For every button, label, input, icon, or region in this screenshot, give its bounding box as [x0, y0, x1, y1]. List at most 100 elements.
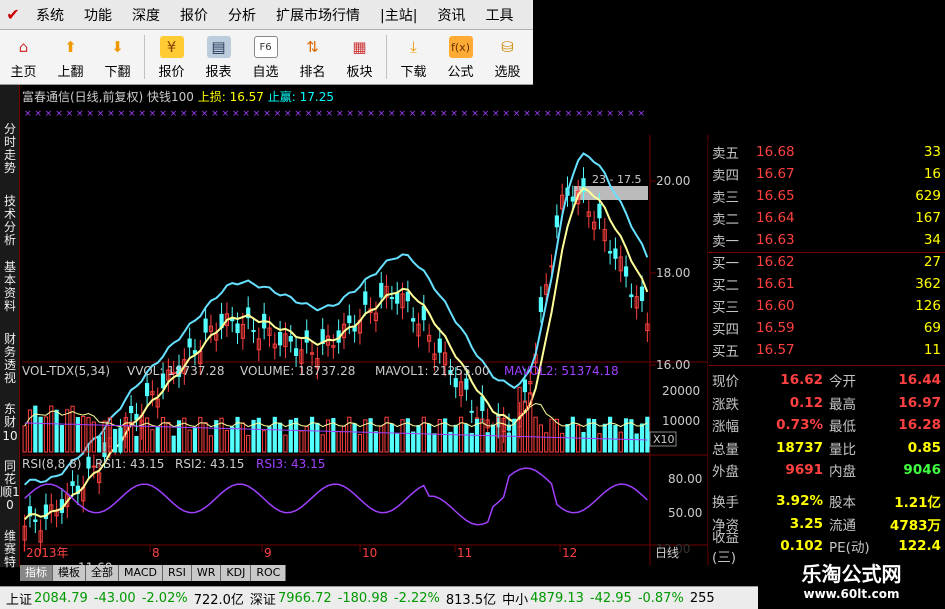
order-volume: 27 [923, 254, 941, 270]
marker-x: × [170, 109, 178, 119]
volume-bar [203, 422, 208, 453]
marker-x: × [419, 109, 427, 119]
marker-x: × [450, 109, 458, 119]
order-volume: 33 [923, 144, 941, 160]
order-level-label: 买一 [712, 256, 739, 272]
volume-bar [187, 429, 192, 453]
order-volume: 629 [915, 188, 941, 204]
tab-wr[interactable]: WR [191, 565, 222, 581]
volume-bar [283, 434, 288, 453]
order-book-divider [708, 252, 945, 253]
stat-value: 122.4 [898, 538, 941, 555]
vol-volume: VOLUME: 18737.28 [240, 364, 355, 378]
marker-x: × [398, 109, 406, 119]
marker-x: × [149, 109, 157, 119]
tab-roc[interactable]: ROC [251, 565, 287, 581]
volume-bar [389, 423, 394, 453]
sz-label[interactable]: 深证 [250, 589, 276, 608]
stat-label: 量比 [829, 441, 856, 458]
stat-value: 16.97 [898, 394, 941, 411]
stat-label: 换手 [712, 495, 739, 511]
candle-body [597, 203, 602, 219]
marker-x: × [34, 109, 42, 119]
marker-x: × [201, 109, 209, 119]
volume-bar [416, 425, 421, 453]
order-level-label: 卖二 [712, 212, 739, 228]
tab-all[interactable]: 全部 [86, 565, 119, 581]
volume-bar [315, 422, 320, 453]
marker-x: × [55, 109, 63, 119]
candle-body [405, 291, 410, 302]
vol-axis-label: 20000 [662, 384, 700, 398]
tab-template[interactable]: 模板 [53, 565, 86, 581]
candle-body [469, 410, 474, 413]
stat-label: 现价 [712, 374, 739, 390]
ma-upper-line [24, 152, 649, 486]
tab-macd[interactable]: MACD [119, 565, 163, 581]
stat-value: 0.73% [776, 417, 823, 434]
candle-body [33, 519, 38, 523]
vol-mult-label: X10 [653, 433, 675, 446]
volume-bar [581, 431, 586, 453]
marker-x: × [180, 109, 188, 119]
order-book-row: 买一 16.62 27 [708, 251, 945, 273]
marker-x: × [378, 109, 386, 119]
marker-x: × [638, 109, 646, 119]
stat-row: 涨幅 0.73% 最低 16.28 [708, 414, 945, 436]
marker-x: × [492, 109, 500, 119]
candle-body [607, 251, 613, 254]
volume-bar [464, 423, 469, 453]
volume-bar [544, 432, 549, 453]
tab-indicator[interactable]: 指标 [20, 565, 53, 581]
marker-x: × [253, 109, 261, 119]
volume-bar [538, 424, 543, 453]
sh-amount: 722.0亿 [193, 592, 244, 608]
order-book-row: 卖四 16.67 16 [708, 163, 945, 185]
volume-bar [453, 424, 458, 453]
candle-body [235, 323, 240, 334]
sz-amount: 813.5亿 [445, 592, 497, 608]
marker-x: × [409, 109, 417, 119]
tab-kdj[interactable]: KDJ [221, 565, 252, 581]
volume-bar [634, 433, 639, 453]
date-axis-label: 8 [152, 546, 160, 560]
volume-bar [299, 430, 304, 453]
volume-bar [262, 430, 267, 453]
mavol2-line [24, 422, 648, 441]
order-price: 16.60 [756, 298, 795, 314]
volume-bar [240, 422, 245, 453]
volume-bar [155, 427, 160, 453]
candle-body [453, 378, 458, 388]
marker-x: × [284, 109, 292, 119]
date-axis-label: 9 [264, 546, 272, 560]
zx-label[interactable]: 中小 [502, 589, 528, 608]
marker-x: × [86, 109, 94, 119]
brand-watermark: 乐淘公式网 www.60lt.com [758, 554, 945, 609]
order-book-row: 买四 16.59 69 [708, 317, 945, 339]
candle-body [304, 330, 309, 343]
marker-x: × [159, 109, 167, 119]
volume-bar [38, 416, 43, 453]
sh-label[interactable]: 上证 [6, 589, 32, 608]
sh-pct: -2.02% [141, 590, 188, 606]
candle-body [70, 481, 75, 487]
marker-x: × [523, 109, 531, 119]
stat-label: 最高 [829, 396, 856, 413]
marker-x: × [534, 109, 542, 119]
volume-bar [357, 433, 363, 453]
marker-x: × [471, 109, 479, 119]
candle-body [554, 215, 559, 228]
marker-x: × [274, 109, 282, 119]
stat-row: 总量 18737 量比 0.85 [708, 437, 945, 459]
order-level-label: 卖四 [712, 168, 739, 184]
volume-bar [560, 432, 565, 453]
volume-bar [54, 409, 59, 453]
tab-rsi[interactable]: RSI [162, 565, 192, 581]
candle-body [288, 336, 293, 342]
volume-bar [150, 429, 155, 453]
order-level-label: 卖一 [712, 234, 739, 250]
volume-bar [395, 433, 400, 453]
order-book-row: 卖三 16.65 629 [708, 185, 945, 207]
candle-body [363, 291, 368, 305]
marker-x: × [617, 109, 625, 119]
